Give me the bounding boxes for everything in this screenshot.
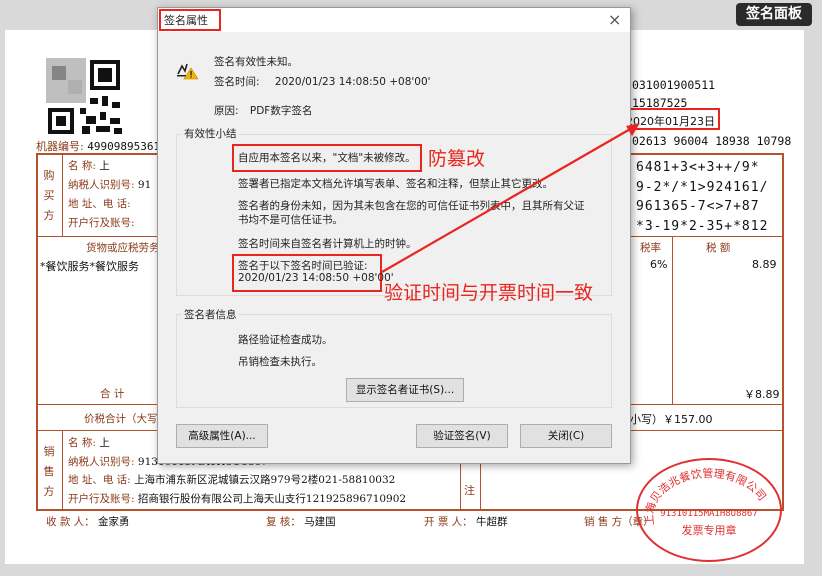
seller-col-divider — [62, 430, 63, 509]
buyer-label-3: 方 — [43, 209, 55, 222]
total-tax: ￥8.89 — [744, 388, 780, 401]
permissions-text: 签署者已指定本文档允许填写表单、签名和注释，但禁止其它更改。 — [238, 178, 553, 190]
identity-unknown-line-2: 书均不是可信任证书。 — [238, 214, 343, 226]
buyer-addr-label: 地 址、电 话: — [68, 198, 131, 210]
tax-rate-header: 税率 — [640, 242, 661, 254]
close-icon[interactable]: × — [608, 10, 621, 29]
time-from-computer-text: 签名时间来自签名者计算机上的时钟。 — [238, 238, 417, 250]
not-modified-text: 自应用本签名以来，"文档"未被修改。 — [238, 152, 416, 164]
machine-no-label: 机器编号: — [36, 140, 84, 153]
cipher-line: *3-19*2-35+*812 — [636, 218, 769, 234]
invoice-code: 031001900511 — [632, 78, 716, 92]
seller-bank-label: 开户行及账号: — [68, 492, 135, 505]
buyer-label-1: 购 — [43, 169, 55, 182]
buyer-name-label: 名 称: — [68, 160, 96, 172]
seller-taxid-label: 纳税人识别号: — [68, 455, 135, 468]
time-consistent-annotation: 验证时间与开票时间一致 — [384, 282, 594, 304]
seller-label-2: 售 — [43, 465, 55, 478]
sign-time-label: 签名时间: — [214, 76, 260, 88]
buyer-name: 上 — [99, 160, 110, 172]
reason: PDF数字签名 — [249, 105, 313, 117]
seller-name-label: 名 称: — [68, 437, 96, 449]
seller-label-3: 方 — [43, 485, 55, 498]
seller-addr: 上海市浦东新区泥城镇云汉路979号2楼021-58810032 — [134, 474, 396, 486]
signature-warning-icon — [176, 60, 199, 80]
seller-label-1: 销 — [43, 445, 55, 458]
cipher-line: 6481+3<+3++/9* — [636, 160, 760, 175]
tax-amount-header: 税 额 — [706, 242, 731, 254]
drawer-label: 开 票 人： — [424, 516, 473, 528]
reviewer: 马建国 — [304, 516, 336, 528]
goods-item: *餐饮服务*餐饮服务 — [40, 260, 139, 273]
buyer-taxid-label: 纳税人识别号: — [68, 179, 135, 191]
signature-panel-button[interactable]: 签名面板 — [736, 3, 812, 26]
validity-summary-title: 有效性小结 — [182, 126, 239, 141]
tax-amount: 8.89 — [752, 258, 777, 271]
table-right-border — [782, 153, 784, 511]
seal-bottom: 发票专用章 — [682, 523, 737, 537]
qr-code — [46, 58, 124, 136]
invoice-seal: 上海贝浩兆餐饮管理有限公司 91310115MA1H8U8867 发票专用章 — [636, 458, 782, 562]
sign-time: 2020/01/23 14:08:50 +08'00' — [274, 76, 431, 88]
cipher-line: 961365-7<>7+87 — [636, 199, 760, 214]
seller-bank: 招商银行股份有限公司上海天山支行121925896710902 — [137, 492, 407, 505]
revocation-text: 吊销检查未执行。 — [238, 356, 322, 368]
buyer-label-2: 买 — [43, 189, 55, 202]
payee-label: 收 款 人： — [46, 516, 95, 528]
machine-no: 49909895361 — [87, 140, 161, 153]
identity-unknown-line-1: 签名者的身份未知，因为其未包含在您的可信任证书列表中，且其所有父证 — [238, 200, 585, 212]
tax-rate-col-divider — [672, 236, 673, 404]
reviewer-label: 复 核： — [266, 516, 301, 528]
buyer-bank-label: 开户行及账号: — [68, 217, 135, 229]
payee: 金家勇 — [98, 516, 130, 528]
signer-info-title: 签名者信息 — [182, 307, 239, 322]
buyer-taxid: 91 — [137, 179, 152, 191]
remark-label: 注 — [464, 484, 475, 497]
seal-taxid: 91310115MA1H8U8867 — [660, 509, 758, 519]
path-validation-text: 路径验证检查成功。 — [238, 334, 333, 346]
drawer: 牛超群 — [476, 516, 508, 528]
grand-total-small: 小写）￥157.00 — [630, 413, 713, 426]
show-signer-certificate-button[interactable]: 显示签名者证书(S)... — [346, 378, 464, 402]
tamper-proof-annotation: 防篡改 — [428, 148, 486, 170]
reason-label: 原因: — [214, 105, 239, 117]
grand-total-label: 价税合计（大写） — [84, 413, 168, 425]
total-label: 合 计 — [100, 388, 125, 400]
verify-signature-button[interactable]: 验证签名(V) — [416, 424, 508, 448]
cipher-line: 9-2*/*1>924161/ — [636, 179, 769, 195]
seller-addr-label: 地 址、电 话: — [68, 474, 131, 486]
date-highlight-box — [620, 108, 720, 130]
buyer-col-divider — [62, 155, 63, 236]
advanced-properties-button[interactable]: 高级属性(A)... — [176, 424, 268, 448]
verified-at-time: 2020/01/23 14:08:50 +08'00' — [238, 272, 394, 284]
validity-status: 签名有效性未知。 — [214, 56, 298, 68]
dialog-title: 签名属性 — [164, 14, 208, 27]
signature-properties-dialog: 签名属性 × 签名有效性未知。 签名时间: 2020/01/23 14:08:5… — [157, 7, 631, 464]
verified-at-label: 签名于以下签名时间已验证: — [238, 260, 368, 272]
seller-name: 上 — [99, 437, 110, 449]
tax-rate: 6% — [650, 258, 668, 271]
table-left-border — [36, 153, 38, 511]
close-button[interactable]: 关闭(C) — [520, 424, 612, 448]
dialog-titlebar: 签名属性 × — [158, 8, 630, 32]
check-code: 02613 96004 18938 10798 — [632, 134, 792, 148]
